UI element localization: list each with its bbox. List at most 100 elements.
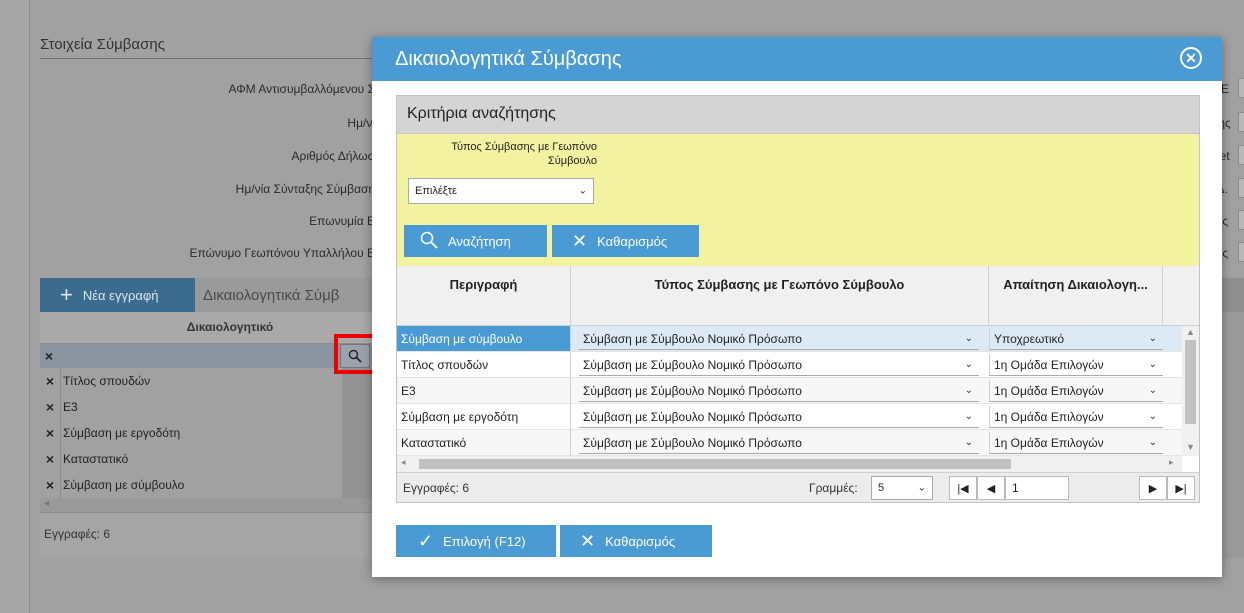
chevron-down-icon: ⌄ bbox=[917, 482, 926, 494]
dialog-header: Δικαιολογητικά Σύμβασης ✕ bbox=[372, 37, 1222, 81]
contract-type-cell[interactable]: Σύμβαση με Σύμβουλο Νομικό Πρόσωπο ⌄ bbox=[579, 380, 979, 402]
close-icon: ✕ bbox=[580, 531, 596, 551]
right-field bbox=[1238, 178, 1244, 198]
column-header-spacer bbox=[1163, 266, 1199, 326]
grid-footer: Εγγραφές: 6 Γραμμές: 5 ⌄ |◀ ◀ 1 ▶ ▶| bbox=[397, 472, 1199, 502]
section-title: Στοιχεία Σύμβασης bbox=[40, 36, 165, 53]
form-label-surname: Επώνυμο Γεωπόνου Υπαλλήλου Ε bbox=[189, 246, 375, 260]
column-header-document[interactable]: Δικαιολογητικό bbox=[40, 312, 380, 344]
last-page-button[interactable]: ▶| bbox=[1167, 476, 1195, 500]
plus-icon: + bbox=[60, 282, 73, 307]
close-icon: ✕ bbox=[572, 231, 588, 251]
delete-icon[interactable]: × bbox=[40, 425, 60, 441]
right-field bbox=[1238, 112, 1244, 132]
form-label-contract-date: Ημ/νία Σύνταξης Σύμβαση bbox=[235, 182, 375, 196]
contract-type-cell[interactable]: Σύμβαση με Σύμβουλο Νομικό Πρόσωπο ⌄ bbox=[579, 328, 979, 350]
horizontal-scrollbar[interactable]: ◂ bbox=[40, 498, 380, 512]
contract-type-select[interactable]: Επιλέξτε ⌄ bbox=[408, 178, 594, 204]
search-icon bbox=[420, 231, 438, 252]
chevron-down-icon: ⌄ bbox=[964, 411, 973, 422]
criteria-header: Κριτήρια αναζήτησης bbox=[397, 96, 1199, 134]
chevron-down-icon: ⌄ bbox=[964, 359, 973, 370]
right-field bbox=[1238, 242, 1244, 262]
chevron-down-icon: ⌄ bbox=[964, 333, 973, 344]
table-row[interactable]: × Σύμβαση με εργοδότη bbox=[40, 420, 340, 446]
form-label-declaration: Αριθμός Δήλωσ bbox=[291, 149, 376, 163]
contract-type-cell[interactable]: Σύμβαση με Σύμβουλο Νομικό Πρόσωπο ⌄ bbox=[579, 406, 979, 428]
table-row[interactable]: × Ε3 bbox=[40, 394, 340, 420]
contract-type-label: Τύπος Σύμβασης με Γεωπόνο Σύμβουλο bbox=[451, 141, 597, 167]
new-record-button[interactable]: + Νέα εγγραφή bbox=[40, 278, 195, 312]
close-icon[interactable]: ✕ bbox=[1180, 47, 1202, 69]
select-button[interactable]: ✓ Επιλογή (F12) bbox=[396, 525, 556, 557]
delete-icon[interactable]: × bbox=[40, 399, 60, 415]
tab-documents[interactable]: Δικαιολογητικά Σύμβ bbox=[203, 287, 339, 304]
scroll-up-icon[interactable]: ▲ bbox=[1186, 327, 1195, 337]
requirement-cell[interactable]: 1η Ομάδα Επιλογών ⌄ bbox=[989, 432, 1163, 454]
criteria-title: Κριτήρια αναζήτησης bbox=[407, 105, 556, 122]
first-page-button[interactable]: |◀ bbox=[949, 476, 977, 500]
page-number-input[interactable]: 1 bbox=[1005, 476, 1069, 500]
table-row[interactable]: Σύμβαση με σύμβουλο Σύμβαση με Σύμβουλο … bbox=[397, 326, 1182, 352]
chevron-down-icon: ⌄ bbox=[1148, 385, 1157, 396]
right-field bbox=[1238, 145, 1244, 165]
criteria-body: Τύπος Σύμβασης με Γεωπόνο Σύμβουλο Επιλέ… bbox=[397, 134, 1199, 266]
scroll-left-icon[interactable]: ◂ bbox=[401, 457, 406, 468]
form-label-name: Επωνυμία Ε bbox=[309, 214, 375, 228]
scroll-thumb[interactable] bbox=[1185, 340, 1196, 424]
table-row[interactable]: × Καταστατικό bbox=[40, 446, 340, 472]
scroll-right-icon[interactable]: ▸ bbox=[1169, 457, 1174, 468]
contract-type-cell[interactable]: Σύμβαση με Σύμβουλο Νομικό Πρόσωπο ⌄ bbox=[579, 354, 979, 376]
dialog-title: Δικαιολογητικά Σύμβασης bbox=[395, 48, 622, 70]
dialog-panel: Κριτήρια αναζήτησης Τύπος Σύμβασης με Γε… bbox=[396, 95, 1200, 503]
search-button[interactable]: Αναζήτηση bbox=[404, 225, 547, 257]
column-header-contract-type[interactable]: Τύπος Σύμβασης με Γεωπόνο Σύμβουλο bbox=[571, 266, 989, 326]
requirement-cell[interactable]: 1η Ομάδα Επιλογών ⌄ bbox=[989, 380, 1163, 402]
delete-icon[interactable]: × bbox=[40, 373, 60, 389]
chevron-down-icon: ⌄ bbox=[964, 385, 973, 396]
clear-criteria-button[interactable]: ✕ Καθαρισμός bbox=[552, 225, 699, 257]
results-grid: Περιγραφή Τύπος Σύμβασης με Γεωπόνο Σύμβ… bbox=[397, 266, 1199, 502]
next-page-button[interactable]: ▶ bbox=[1139, 476, 1167, 500]
delete-icon[interactable]: × bbox=[40, 451, 60, 467]
requirement-cell[interactable]: Υποχρεωτικό ⌄ bbox=[989, 328, 1163, 350]
table-row[interactable]: Τίτλος σπουδών Σύμβαση με Σύμβουλο Νομικ… bbox=[397, 352, 1182, 378]
vertical-scrollbar[interactable]: ▲ ▼ bbox=[1182, 326, 1199, 456]
check-icon: ✓ bbox=[418, 531, 434, 551]
rows-label: Γραμμές: bbox=[809, 481, 858, 495]
records-count: Εγγραφές: 6 bbox=[403, 481, 470, 495]
scroll-down-icon[interactable]: ▼ bbox=[1186, 442, 1195, 452]
horizontal-scrollbar[interactable]: ◂ ▸ bbox=[397, 456, 1182, 472]
contract-type-cell[interactable]: Σύμβαση με Σύμβουλο Νομικό Πρόσωπο ⌄ bbox=[579, 432, 979, 454]
requirement-cell[interactable]: 1η Ομάδα Επιλογών ⌄ bbox=[989, 406, 1163, 428]
documents-grid: + Νέα εγγραφή Δικαιολογητικά Σύμβ Δικαιο… bbox=[40, 278, 380, 558]
table-row[interactable]: Σύμβαση με εργοδότη Σύμβαση με Σύμβουλο … bbox=[397, 404, 1182, 430]
table-row[interactable]: Καταστατικό Σύμβαση με Σύμβουλο Νομικό Π… bbox=[397, 430, 1182, 456]
column-header-description[interactable]: Περιγραφή bbox=[397, 266, 571, 326]
chevron-down-icon: ⌄ bbox=[1148, 359, 1157, 370]
chevron-down-icon: ⌄ bbox=[578, 185, 587, 197]
highlight-box bbox=[334, 334, 376, 374]
chevron-down-icon: ⌄ bbox=[1148, 411, 1157, 422]
chevron-down-icon: ⌄ bbox=[1148, 333, 1157, 344]
right-field bbox=[1238, 210, 1244, 230]
table-row[interactable]: × Σύμβαση με σύμβουλο bbox=[40, 472, 340, 498]
requirement-cell[interactable]: 1η Ομάδα Επιλογών ⌄ bbox=[989, 354, 1163, 376]
column-header-requirement[interactable]: Απαίτηση Δικαιολογη... bbox=[989, 266, 1163, 326]
clear-filter-icon[interactable]: × bbox=[40, 348, 58, 364]
delete-icon[interactable]: × bbox=[40, 477, 60, 493]
table-row[interactable]: Ε3 Σύμβαση με Σύμβουλο Νομικό Πρόσωπο ⌄ 1… bbox=[397, 378, 1182, 404]
table-row[interactable]: × Τίτλος σπουδών bbox=[40, 368, 340, 394]
form-label-afm: ΑΦΜ Αντισυμβαλλόμενου Σ bbox=[228, 82, 375, 96]
records-count: Εγγραφές: 6 bbox=[40, 512, 380, 558]
grid-header: Περιγραφή Τύπος Σύμβασης με Γεωπόνο Σύμβ… bbox=[397, 266, 1199, 326]
documents-dialog: Δικαιολογητικά Σύμβασης ✕ Κριτήρια αναζή… bbox=[372, 37, 1222, 577]
rows-per-page-select[interactable]: 5 ⌄ bbox=[871, 476, 933, 500]
scroll-thumb[interactable] bbox=[419, 459, 1011, 469]
right-field bbox=[1238, 78, 1244, 98]
section-divider bbox=[40, 58, 380, 59]
previous-page-button[interactable]: ◀ bbox=[977, 476, 1005, 500]
clear-button[interactable]: ✕ Καθαρισμός bbox=[560, 525, 712, 557]
chevron-down-icon: ⌄ bbox=[964, 437, 973, 448]
filter-row: × bbox=[40, 344, 380, 368]
